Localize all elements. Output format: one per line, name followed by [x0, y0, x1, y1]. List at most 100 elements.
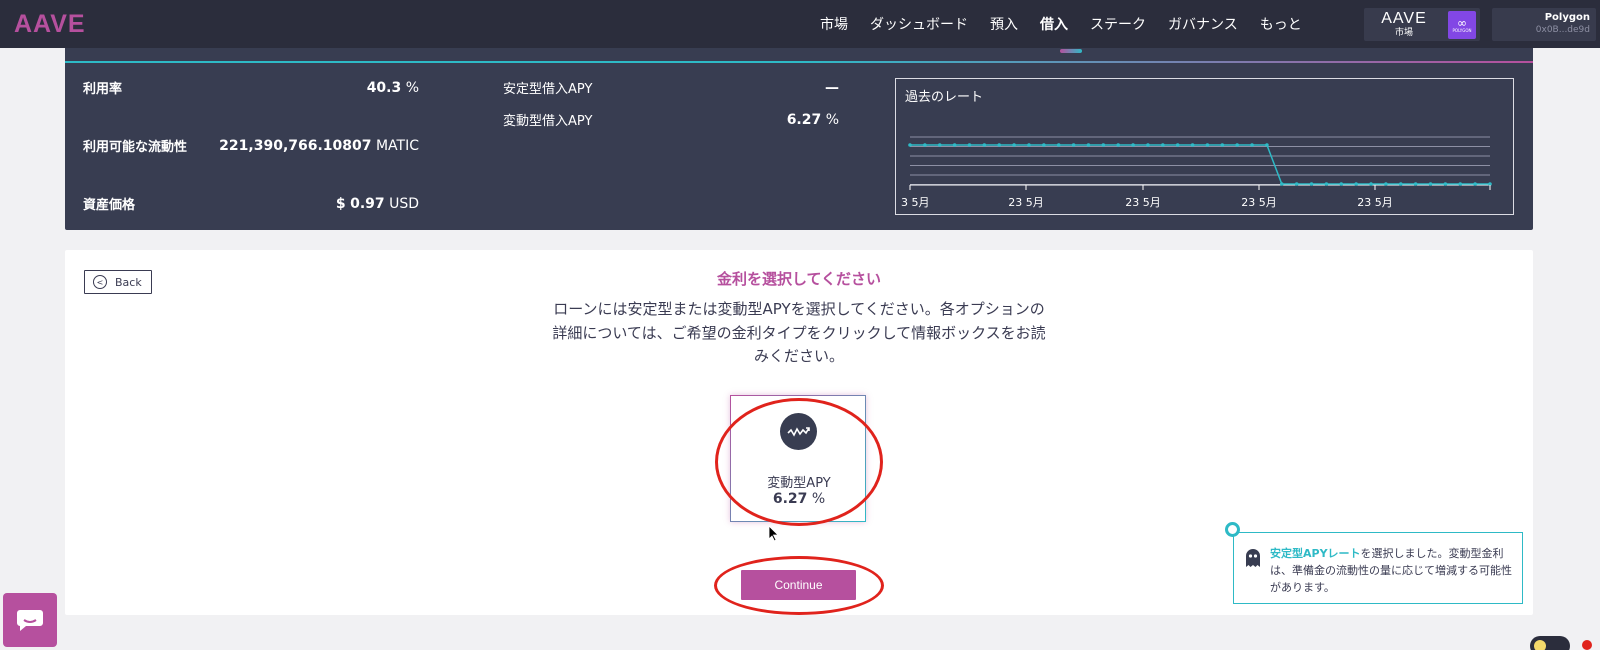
stable-apy-label: 安定型借入APY [503, 82, 593, 97]
chart-point [1131, 143, 1135, 147]
asset-price-prefix: $ [335, 195, 346, 212]
chart-point [1279, 182, 1284, 186]
polygon-network-badge: ∞ POLYGON [1448, 10, 1476, 39]
variable-apy-label: 変動型借入APY [503, 114, 593, 129]
stable-apy-number: — [825, 79, 839, 96]
chart-point [997, 143, 1002, 147]
chart-point [1027, 143, 1031, 147]
nav-item-dashboard[interactable]: ダッシュボード [870, 14, 968, 34]
chart-point [1443, 182, 1448, 186]
chart-point [1339, 182, 1344, 186]
chart-point [1071, 143, 1076, 147]
chart-point [1250, 143, 1254, 147]
variable-apy-value: 6.27 % [787, 112, 839, 128]
nav-item-borrow[interactable]: 借入 [1040, 14, 1068, 34]
market-selector[interactable]: AAVE 市場 ∞ POLYGON [1364, 8, 1480, 41]
rate-history-svg: 3 5月 23 5月 23 5月 23 5月 23 5月 [901, 136, 1492, 209]
chart-point [952, 143, 957, 147]
chart-point [1398, 182, 1403, 186]
asset-price-row: 資産価格 $ 0.97 USD [83, 194, 419, 214]
chart-point [1428, 182, 1433, 186]
top-navbar: AAVE 市場 ダッシュボード 預入 借入 ステーク ガバナンス もっと AAV… [0, 0, 1600, 48]
available-liquidity-row: 利用可能な流動性 221,390,766.10807 MATIC [83, 136, 419, 156]
wallet-address: 0x0B...de9d [1535, 25, 1590, 35]
market-brand: AAVE [1381, 10, 1427, 27]
asset-price-label: 資産価格 [83, 198, 136, 213]
chart-point [1220, 143, 1225, 147]
chart-point [1146, 143, 1150, 147]
chart-point [1190, 143, 1195, 147]
nav-item-stake[interactable]: ステーク [1090, 14, 1146, 34]
page-title: 金利を選択してください [716, 270, 882, 288]
chart-series-line [910, 144, 1490, 185]
chart-point [1205, 143, 1210, 147]
info-box: 安定型APYレートを選択しました。変動型金利は、準備金の流動性の量に応じて増減す… [1225, 522, 1523, 604]
page-description: ローンには安定型または変動型APYを選択してください。各オプションの詳細について… [552, 300, 1046, 365]
chart-point [1056, 143, 1061, 147]
theme-toggle[interactable] [1530, 636, 1570, 650]
chat-button[interactable] [3, 593, 57, 647]
active-tab-indicator [1060, 49, 1082, 53]
nav-item-governance[interactable]: ガバナンス [1168, 14, 1238, 34]
chart-point [923, 143, 927, 147]
chart-x-tick-label: 3 5月 [901, 196, 930, 209]
variable-apy-row: 変動型借入APY 6.27 % [503, 110, 839, 130]
market-label: AAVE 市場 [1364, 11, 1444, 38]
chart-point [1175, 143, 1180, 147]
info-highlight: 安定型APYレート [1270, 547, 1361, 560]
chat-icon [17, 610, 43, 631]
sun-icon [1534, 640, 1546, 650]
available-liquidity-label: 利用可能な流動性 [83, 140, 188, 155]
chart-point [1294, 182, 1299, 186]
asset-price-unit: USD [389, 195, 419, 212]
info-indicator-dot [1225, 522, 1240, 537]
asset-price-value: $ 0.97 USD [336, 196, 419, 212]
chart-point [967, 143, 972, 147]
variable-apy-number: 6.27 [786, 111, 822, 128]
utilization-number: 40.3 [366, 79, 402, 96]
variable-apy-unit: % [825, 111, 839, 128]
chart-point [1473, 182, 1477, 186]
language-flag-icon[interactable] [1582, 640, 1592, 650]
available-liquidity-number: 221,390,766.10807 [219, 137, 372, 154]
market-sub-label: 市場 [1394, 28, 1413, 38]
info-text: 安定型APYレートを選択しました。変動型金利は、準備金の流動性の量に応じて増減す… [1270, 545, 1514, 596]
wallet-button[interactable]: Polygon 0x0B...de9d [1492, 8, 1596, 41]
aave-logo[interactable]: AAVE [14, 10, 86, 39]
utilization-row: 利用率 40.3 % [83, 78, 419, 98]
utilization-label: 利用率 [83, 82, 123, 97]
main-nav: 市場 ダッシュボード 預入 借入 ステーク ガバナンス もっと [820, 0, 1324, 48]
chart-point [1086, 143, 1091, 147]
mouse-cursor-icon [768, 525, 779, 546]
chart-point [1354, 182, 1358, 186]
rate-history-chart: 過去のレート 3 5月 23 5月 23 5月 23 5月 23 5月 [895, 78, 1514, 215]
chart-x-tick-label: 23 5月 [1125, 196, 1161, 209]
reserve-stats-panel: 利用率 40.3 % 利用可能な流動性 221,390,766.10807 MA… [65, 48, 1533, 230]
nav-item-markets[interactable]: 市場 [820, 14, 848, 34]
chart-x-tick-label: 23 5月 [1008, 196, 1044, 209]
chart-point [1101, 143, 1106, 147]
chart-point [1369, 182, 1373, 186]
chart-point [1324, 182, 1329, 186]
chart-point [937, 143, 942, 147]
chart-point [1413, 182, 1418, 186]
nav-item-more[interactable]: もっと [1260, 14, 1302, 34]
wallet-network: Polygon [1544, 12, 1590, 23]
utilization-value: 40.3 % [367, 80, 419, 96]
annotation-circle-continue [714, 556, 884, 615]
chart-point [1384, 182, 1388, 186]
chart-x-tick-label: 23 5月 [1357, 196, 1393, 209]
chart-point [1116, 143, 1121, 147]
chart-x-tick-label: 23 5月 [1241, 196, 1277, 209]
ghost-icon [1244, 547, 1262, 573]
chart-point [1042, 143, 1046, 147]
chart-point [1235, 143, 1239, 147]
chart-point [1458, 182, 1463, 186]
chart-point [1161, 143, 1165, 147]
available-liquidity-unit: MATIC [375, 137, 419, 154]
stable-apy-row: 安定型借入APY — [503, 78, 839, 98]
chart-point [1309, 182, 1314, 186]
nav-item-deposit[interactable]: 預入 [990, 14, 1018, 34]
chart-point [1265, 143, 1269, 147]
chart-point [982, 143, 987, 147]
